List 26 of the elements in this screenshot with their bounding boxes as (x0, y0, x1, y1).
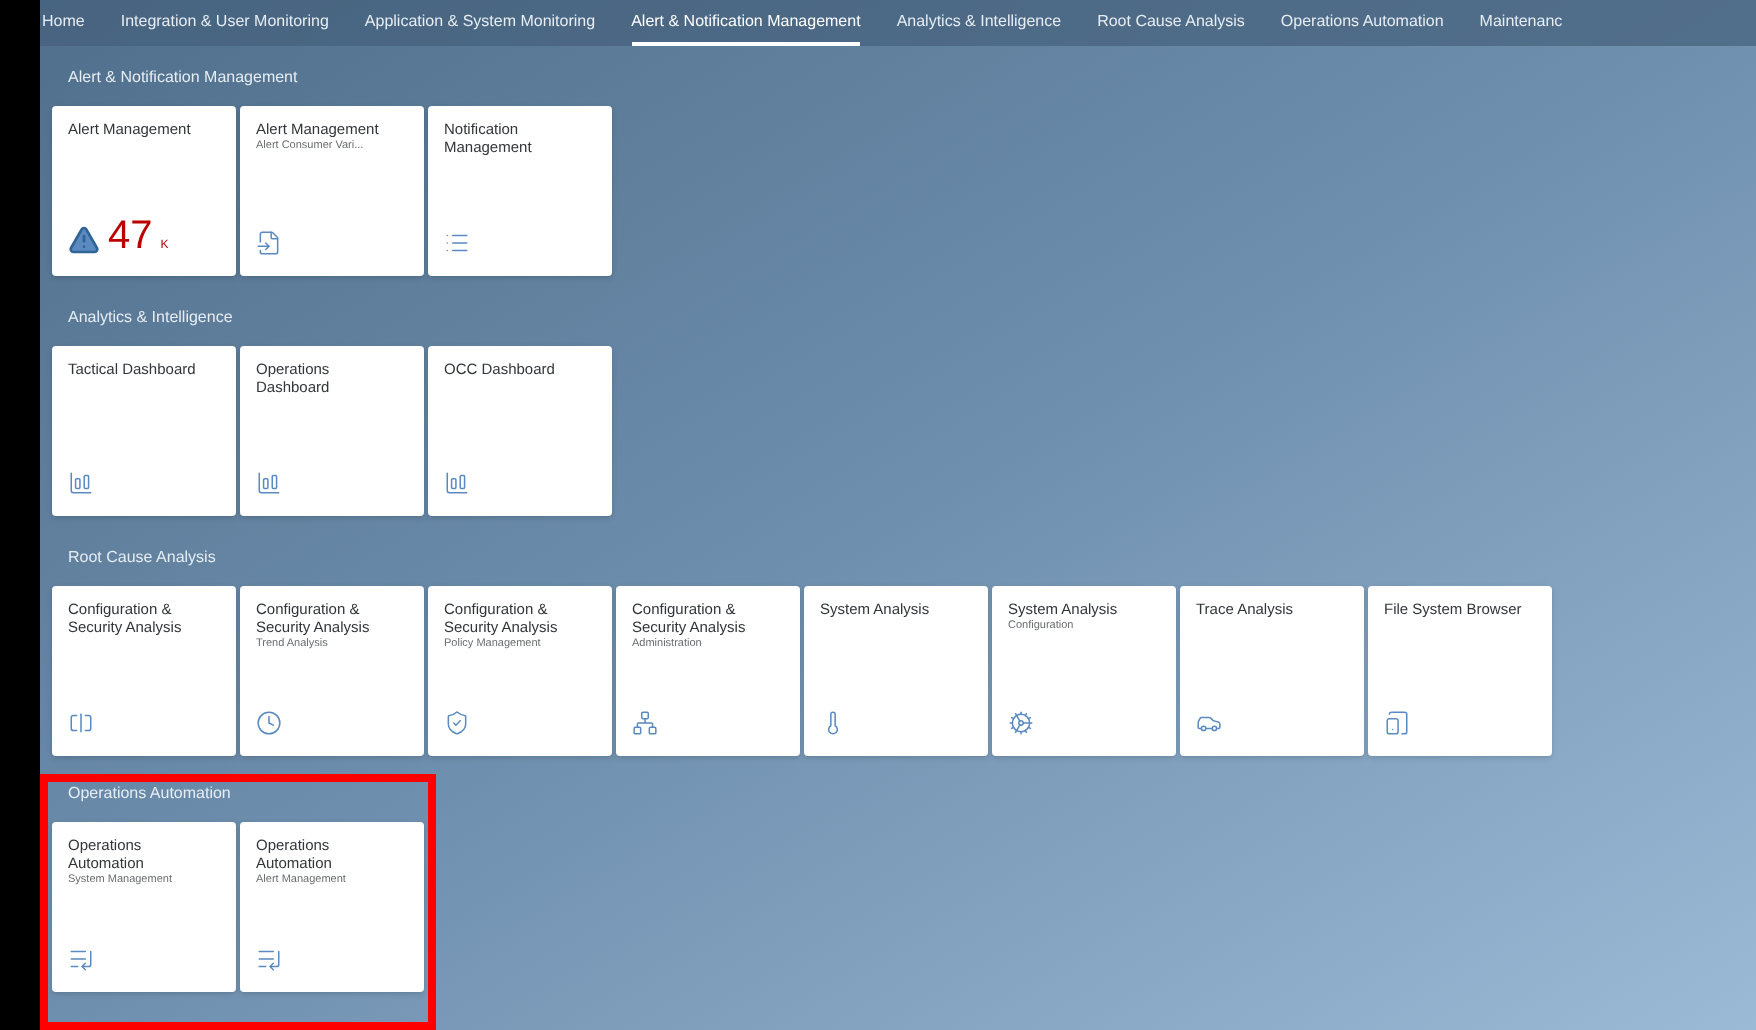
nav-tab[interactable]: Analytics & Intelligence (896, 0, 1062, 46)
chart-icon (444, 470, 470, 496)
import-icon (256, 230, 282, 256)
nav-tab[interactable]: Root Cause Analysis (1097, 0, 1245, 46)
section-title: Analytics & Intelligence (66, 306, 235, 330)
section-title: Alert & Notification Management (66, 66, 300, 90)
nav-tab[interactable]: Operations Automation (1280, 0, 1444, 46)
nav-tab[interactable]: Application & System Monitoring (364, 0, 596, 46)
device-icon (1384, 710, 1410, 736)
nav-tab[interactable]: Integration & User Monitoring (120, 0, 329, 46)
hierarchy-icon (632, 710, 658, 736)
list-indent-icon (256, 946, 282, 972)
list-indent-icon (68, 946, 94, 972)
nav-tab[interactable]: Alert & Notification Management (631, 0, 861, 46)
gear-icon (1008, 710, 1034, 736)
section-title: Root Cause Analysis (66, 546, 218, 570)
clock-icon (256, 710, 282, 736)
kpi-value: 47 (108, 216, 153, 256)
section-title: Operations Automation (66, 782, 233, 806)
nav-tab[interactable]: Maintenanc (1479, 0, 1563, 46)
chart-icon (68, 470, 94, 496)
shield-icon (444, 710, 470, 736)
chart-icon (256, 470, 282, 496)
warning-icon (68, 224, 100, 256)
split-square-icon (68, 710, 94, 736)
nav-tab[interactable]: Home (42, 0, 85, 46)
